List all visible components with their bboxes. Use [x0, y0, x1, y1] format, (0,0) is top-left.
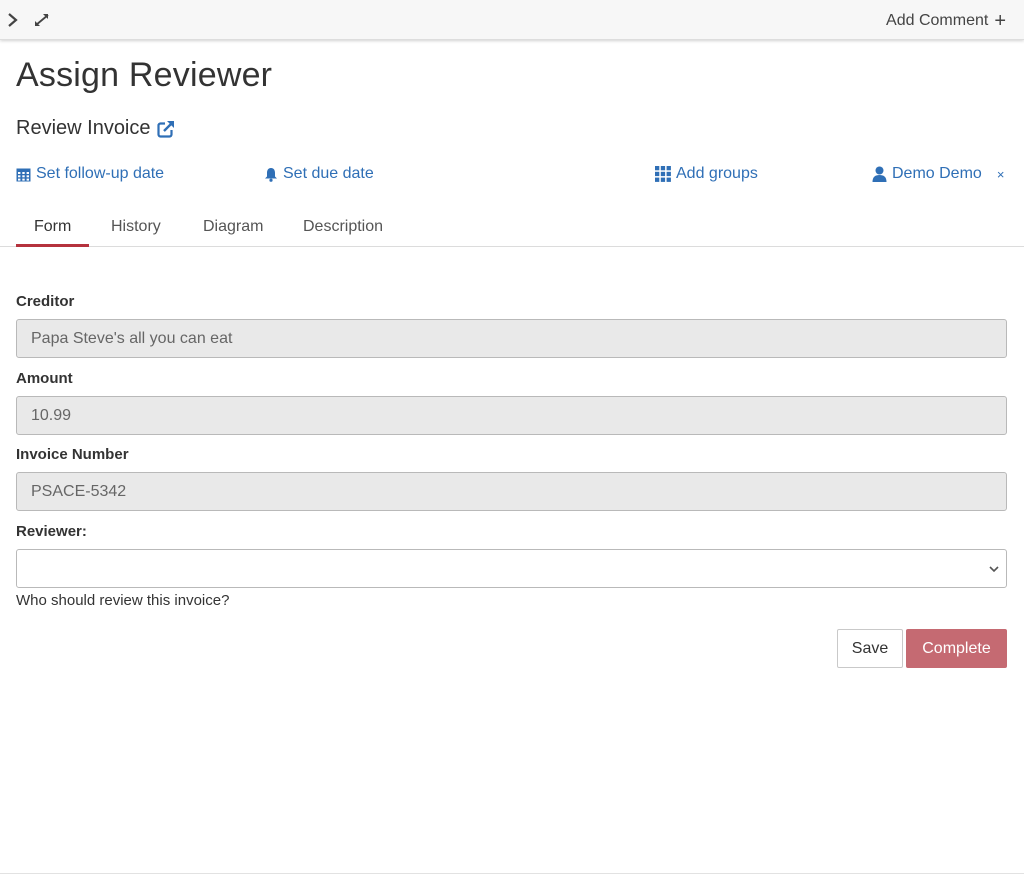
reviewer-select[interactable]	[16, 549, 1007, 588]
add-groups-button[interactable]: Add groups	[655, 165, 758, 183]
grid-icon	[655, 166, 671, 182]
reviewer-label: Reviewer:	[16, 523, 87, 540]
save-button[interactable]: Save	[837, 629, 903, 668]
bell-icon	[265, 167, 277, 182]
tab-diagram[interactable]: Diagram	[203, 218, 263, 236]
creditor-value: Papa Steve's all you can eat	[31, 329, 233, 347]
process-name-label: Review Invoice	[16, 117, 151, 139]
complete-button[interactable]: Complete	[906, 629, 1007, 668]
user-icon	[872, 166, 887, 182]
calendar-icon	[16, 168, 31, 181]
amount-label: Amount	[16, 370, 73, 387]
external-link-icon[interactable]	[156, 119, 175, 138]
set-due-date-button[interactable]: Set due date	[264, 165, 374, 183]
task-title: Assign Reviewer	[16, 56, 273, 94]
expand-icon[interactable]	[33, 12, 51, 28]
chevron-down-icon	[989, 566, 999, 573]
divider	[0, 873, 1024, 874]
amount-field[interactable]: 10.99	[16, 396, 1007, 435]
set-due-date-label[interactable]: Set due date	[283, 165, 374, 183]
task-header-bar: Add Comment +	[0, 0, 1024, 40]
reviewer-help-text: Who should review this invoice?	[16, 592, 230, 609]
add-comment-label: Add Comment	[886, 12, 989, 29]
task-tabs: Form History Diagram Description	[0, 210, 1024, 247]
tab-description[interactable]: Description	[303, 218, 383, 236]
plus-icon: +	[994, 10, 1006, 32]
remove-assignee-icon[interactable]: ×	[997, 167, 1005, 182]
assignee[interactable]: Demo Demo ×	[872, 165, 1004, 183]
tab-form[interactable]: Form	[34, 218, 71, 236]
process-name: Review Invoice	[16, 117, 175, 140]
invoice-number-value: PSACE-5342	[31, 482, 127, 500]
creditor-field[interactable]: Papa Steve's all you can eat	[16, 319, 1007, 358]
tab-history[interactable]: History	[111, 218, 161, 236]
invoice-number-label: Invoice Number	[16, 446, 129, 463]
active-tab-indicator	[16, 244, 89, 247]
invoice-number-field[interactable]: PSACE-5342	[16, 472, 1007, 511]
amount-value: 10.99	[31, 406, 72, 424]
add-comment-button[interactable]: Add Comment +	[886, 10, 1006, 32]
set-follow-up-date-button[interactable]: Set follow-up date	[16, 165, 164, 183]
add-groups-label[interactable]: Add groups	[676, 165, 758, 183]
chevron-right-icon[interactable]	[6, 12, 20, 28]
set-follow-up-date-label[interactable]: Set follow-up date	[36, 165, 164, 183]
creditor-label: Creditor	[16, 293, 75, 310]
assignee-name[interactable]: Demo Demo	[892, 165, 982, 183]
